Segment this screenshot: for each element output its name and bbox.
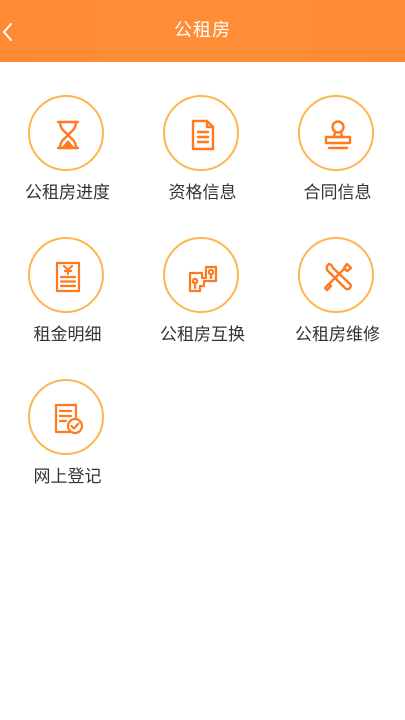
document-icon bbox=[191, 119, 215, 151]
menu-item-label: 租金明细 bbox=[33, 325, 102, 345]
key-swap-icon bbox=[188, 265, 218, 293]
stamp-icon bbox=[324, 120, 352, 150]
app-header: 公租房 bbox=[0, 0, 405, 62]
icon-circle bbox=[298, 95, 374, 171]
icon-circle bbox=[163, 237, 239, 313]
menu-item-label: 合同信息 bbox=[303, 183, 372, 203]
menu-item-housing-progress[interactable]: 公租房进度 bbox=[0, 62, 135, 203]
menu-item-housing-swap[interactable]: 公租房互换 bbox=[135, 204, 270, 345]
menu-item-label: 公租房互换 bbox=[160, 325, 245, 345]
menu-item-label: 公租房进度 bbox=[25, 183, 110, 203]
menu-item-label: 公租房维修 bbox=[295, 325, 380, 345]
menu-item-online-registration[interactable]: 网上登记 bbox=[0, 346, 135, 487]
menu-item-rent-details[interactable]: 租金明细 bbox=[0, 204, 135, 345]
page-title: 公租房 bbox=[174, 20, 231, 41]
icon-circle bbox=[298, 237, 374, 313]
icon-circle bbox=[28, 95, 104, 171]
receipt-icon bbox=[55, 261, 81, 293]
menu-item-eligibility-info[interactable]: 资格信息 bbox=[135, 62, 270, 203]
icon-circle bbox=[163, 95, 239, 171]
menu-item-housing-repair[interactable]: 公租房维修 bbox=[270, 204, 405, 345]
icon-circle bbox=[28, 237, 104, 313]
hourglass-icon bbox=[56, 120, 80, 150]
menu-item-contract-info[interactable]: 合同信息 bbox=[270, 62, 405, 203]
register-check-icon bbox=[54, 403, 84, 435]
menu-item-label: 网上登记 bbox=[33, 467, 102, 487]
menu-item-label: 资格信息 bbox=[168, 183, 237, 203]
icon-circle bbox=[28, 379, 104, 455]
repair-tools-icon bbox=[323, 262, 353, 292]
